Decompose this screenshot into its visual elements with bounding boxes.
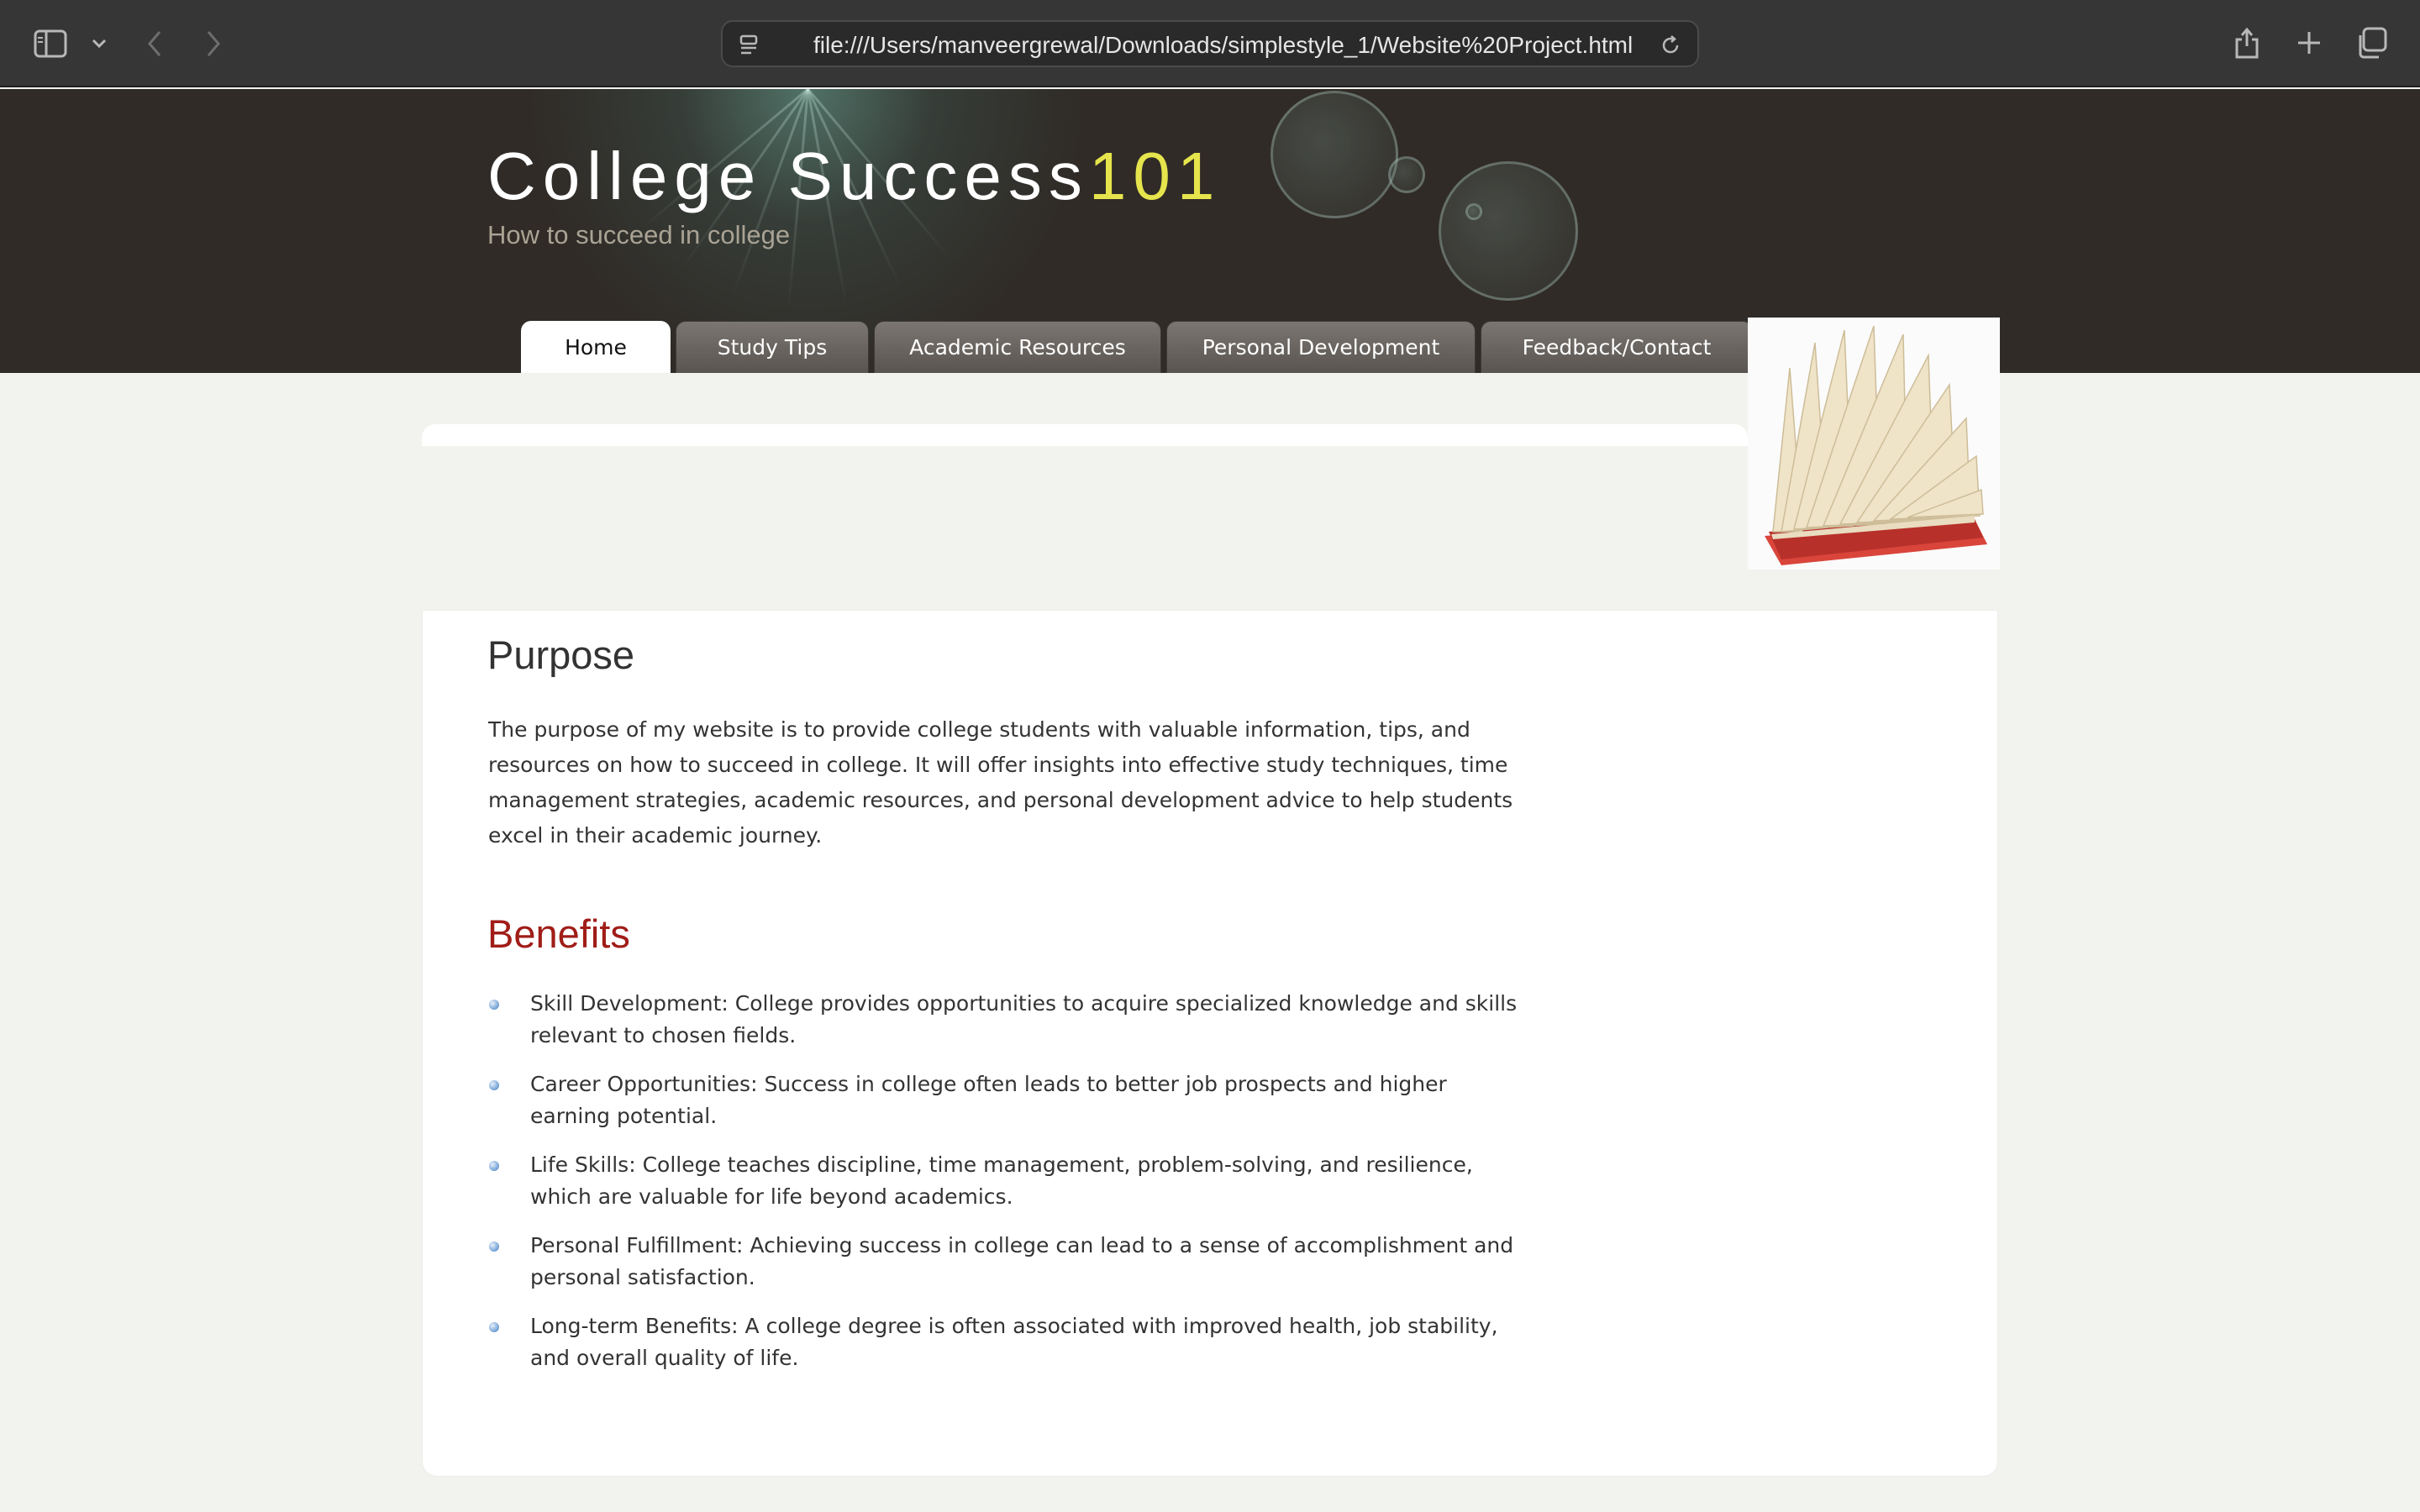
chevron-down-icon[interactable]	[89, 32, 109, 55]
sidebar-icon[interactable]	[32, 25, 69, 62]
site-subtitle: How to succeed in college	[487, 220, 791, 249]
benefits-heading: Benefits	[487, 911, 630, 956]
decorative-bubble	[1439, 161, 1578, 301]
decorative-bubble	[1388, 156, 1425, 193]
nav-tab-personal-development[interactable]: Personal Development	[1166, 321, 1476, 373]
list-item-text: Life Skills: College teaches discipline,…	[530, 1152, 1473, 1209]
nav-tab-home[interactable]: Home	[521, 321, 671, 373]
bullet-icon	[489, 1080, 499, 1090]
site-title: College Success101	[487, 138, 1221, 215]
decorative-bubble	[1465, 203, 1482, 220]
plus-icon[interactable]	[2291, 24, 2328, 62]
reload-icon[interactable]	[1657, 32, 1684, 59]
purpose-heading: Purpose	[487, 633, 635, 677]
purpose-paragraph: The purpose of my website is to provide …	[488, 717, 1513, 848]
list-item: Personal Fulfillment: Achieving success …	[487, 1230, 1529, 1294]
benefits-list: Skill Development: College provides oppo…	[487, 988, 1529, 1391]
list-item: Career Opportunities: Success in college…	[487, 1068, 1529, 1132]
forward-arrow-icon[interactable]	[200, 25, 227, 62]
tabs-overview-icon[interactable]	[2353, 24, 2390, 62]
address-bar[interactable]: file:///Users/manveergrewal/Downloads/si…	[721, 20, 1699, 67]
list-item-text: Personal Fulfillment: Achieving success …	[530, 1233, 1514, 1289]
list-item-text: Career Opportunities: Success in college…	[530, 1072, 1447, 1128]
list-item: Long-term Benefits: A college degree is …	[487, 1310, 1529, 1374]
url-text[interactable]: file:///Users/manveergrewal/Downloads/si…	[813, 32, 1633, 59]
site-title-main: College Success	[487, 139, 1089, 213]
bullet-icon	[489, 1322, 499, 1332]
decorative-bubble	[1270, 91, 1398, 218]
site-title-accent: 101	[1088, 139, 1222, 213]
browser-toolbar: file:///Users/manveergrewal/Downloads/si…	[0, 0, 2420, 87]
nav-tab-feedback-contact[interactable]: Feedback/Contact	[1481, 321, 1753, 373]
nav-tab-study-tips[interactable]: Study Tips	[676, 321, 869, 373]
list-item-text: Long-term Benefits: A college degree is …	[530, 1314, 1498, 1370]
list-item-text: Skill Development: College provides oppo…	[530, 991, 1518, 1047]
page-icon	[736, 32, 763, 59]
list-item: Life Skills: College teaches discipline,…	[487, 1149, 1529, 1213]
book-image	[1748, 318, 2000, 570]
content-top-strip	[422, 424, 1748, 446]
nav-tab-academic-resources[interactable]: Academic Resources	[874, 321, 1161, 373]
share-icon[interactable]	[2230, 24, 2264, 62]
back-arrow-icon[interactable]	[141, 25, 168, 62]
bullet-icon	[489, 1242, 499, 1252]
bullet-icon	[489, 1161, 499, 1171]
site-header: College Success101 How to succeed in col…	[0, 89, 2420, 373]
main-nav: Home Study Tips Academic Resources Perso…	[521, 321, 1753, 373]
bullet-icon	[489, 1000, 499, 1010]
list-item: Skill Development: College provides oppo…	[487, 988, 1529, 1052]
